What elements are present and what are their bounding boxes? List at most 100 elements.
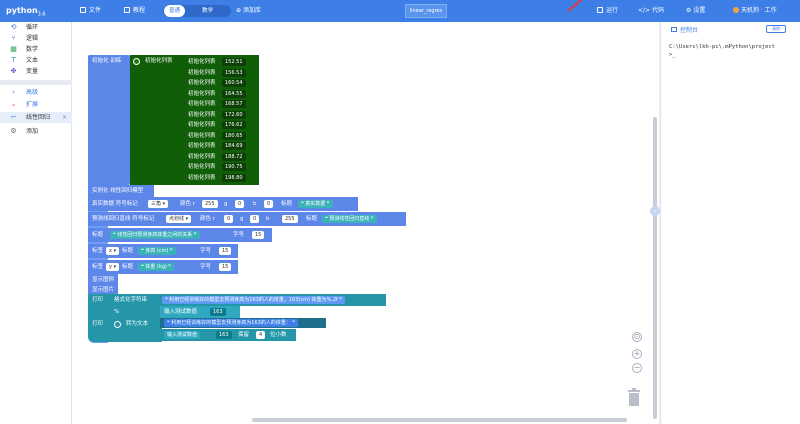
xlabel-block[interactable]: 标签 x ▾ 标题 ❝ 身高 (cm) ❞ 字号 15 <box>88 244 238 258</box>
list-item[interactable]: 初始化列表 152.51 <box>184 57 257 67</box>
list-item[interactable]: 初始化列表 176.62 <box>184 120 257 130</box>
round-block[interactable]: 输入测试数值 163 保留 4 位小数 <box>160 329 296 341</box>
zoom-out-icon[interactable]: − <box>632 363 642 373</box>
code-button[interactable]: </> 代码 <box>638 0 664 22</box>
user-menu[interactable]: 天机狗 · 工作 <box>733 0 777 22</box>
list-item[interactable]: 初始化列表 190.75 <box>184 162 257 172</box>
color-g-input[interactable]: 0 <box>235 200 245 208</box>
category-text[interactable]: T 文本 <box>0 55 72 66</box>
list-item[interactable]: 初始化列表 160.54 <box>184 78 257 88</box>
avatar <box>733 7 739 13</box>
ylabel-block[interactable]: 标签 y ▾ 标题 ❝ 体重 (kg) ❞ 字号 15 <box>88 260 238 274</box>
list-item-label: 初始化列表 <box>188 80 216 86</box>
text-prefix-block[interactable]: ❝ 利用已经训练好的模型去预测身高为163的人的体重： ❞ <box>160 318 326 328</box>
trash-icon[interactable] <box>627 387 641 407</box>
category-variable[interactable]: ✤ 变量 <box>0 66 72 77</box>
category-math[interactable]: ▦ 数学 <box>0 44 72 55</box>
list-item[interactable]: 初始化列表 188.72 <box>184 151 257 162</box>
category-extension[interactable]: ⌄ 扩展 <box>0 99 72 110</box>
height-value[interactable]: 190.75 <box>222 163 246 171</box>
height-value[interactable]: 172.60 <box>222 110 246 119</box>
mode-blocks-toggle[interactable]: 普通 <box>164 5 186 17</box>
chart-title-input[interactable]: ❝ 线性回归预测身高体重之间的关系 ❞ <box>110 231 200 239</box>
zoom-in-icon[interactable]: + <box>632 349 642 359</box>
predict-input-block-2[interactable]: 输入测试数值 <box>164 331 201 339</box>
predict-value-input[interactable]: 163 <box>216 331 232 339</box>
console-output[interactable]: C:\Users\lkh-pc\.mPython\project >_ <box>669 43 775 59</box>
list-item[interactable]: 初始化列表 164.55 <box>184 88 257 99</box>
close-icon[interactable]: × <box>62 112 67 123</box>
line-r-input[interactable]: 0 <box>224 215 234 223</box>
init-list-label: 初始化列表 <box>145 58 173 64</box>
ylabel-size-input[interactable]: 15 <box>219 263 232 271</box>
list-item[interactable]: 初始化列表 184.69 <box>184 141 257 151</box>
chart-title-block[interactable]: 标题 ❝ 线性回归预测身高体重之间的关系 ❞ 字号 15 <box>88 228 272 242</box>
line-b-input[interactable]: 255 <box>282 215 298 223</box>
category-logic[interactable]: ⑂ 逻辑 <box>0 33 72 44</box>
height-value[interactable]: 160.54 <box>222 79 246 87</box>
height-value[interactable]: 188.72 <box>222 152 246 161</box>
y-axis-dropdown[interactable]: y ▾ <box>106 263 120 271</box>
xlabel-input[interactable]: ❝ 身高 (cm) ❞ <box>138 247 176 255</box>
x-axis-dropdown[interactable]: x ▾ <box>106 247 120 255</box>
file-menu[interactable]: 文件 <box>80 0 101 22</box>
title-label: 标题 <box>122 264 134 270</box>
mode-code-toggle[interactable]: 教学 <box>197 5 218 17</box>
line-title-input[interactable]: ❝ 预测线性回归直线 ❞ <box>322 215 377 223</box>
to-text-block[interactable]: 转为文本 <box>110 318 160 342</box>
list-item[interactable]: 初始化列表 180.65 <box>184 130 257 141</box>
predict-input-block-1[interactable]: 输入测试数值 163 <box>160 306 240 318</box>
category-add[interactable]: ⚙ 添加 <box>0 126 72 137</box>
filename-field[interactable]: linear_regres <box>405 4 447 18</box>
list-item[interactable]: 初始化列表 156.53 <box>184 67 257 78</box>
height-value[interactable]: 152.51 <box>222 58 246 66</box>
run-button[interactable]: 运行 <box>597 0 618 22</box>
height-value[interactable]: 184.69 <box>222 142 246 150</box>
scatter-plot-block[interactable]: 真实数据 符号标记 三角 ▾ 颜色 r 255 g 0 b 0 标题 ❝ 真实数… <box>88 197 358 211</box>
height-value[interactable]: 176.62 <box>222 121 246 129</box>
height-value[interactable]: 168.57 <box>222 100 246 108</box>
format-template-input[interactable]: ❝ 利用已经训练好的模型去预测身高为163的人的体重，163(cm) 体重为%.… <box>162 296 346 304</box>
init-training-block[interactable]: 初始化 训练 <box>88 55 130 185</box>
predict-value-input[interactable]: 163 <box>210 308 226 316</box>
marker-dropdown[interactable]: 三角 ▾ <box>148 200 169 208</box>
color-r-input[interactable]: 255 <box>202 200 218 208</box>
ylabel-input[interactable]: ❝ 体重 (kg) ❞ <box>138 263 175 271</box>
height-value[interactable]: 180.65 <box>222 131 246 140</box>
init-training-label: 初始化 训练 <box>92 58 122 64</box>
category-linear-regression[interactable]: ⌐ 线性回归 × <box>0 112 72 123</box>
horizontal-scrollbar[interactable] <box>252 418 627 422</box>
line-g-input[interactable]: 0 <box>250 215 260 223</box>
text-prefix-input[interactable]: ❝ 利用已经训练好的模型去预测身高为163的人的体重： ❞ <box>164 319 299 327</box>
scatter-title-value: 真实数据 <box>305 201 326 207</box>
code-label: 代码 <box>652 7 665 14</box>
category-loop[interactable]: ⟲ 循环 <box>0 22 72 33</box>
clear-console-button[interactable]: 清除 <box>766 25 786 33</box>
category-advanced[interactable]: › 高级 <box>0 87 72 98</box>
height-value[interactable]: 156.53 <box>222 68 246 77</box>
list-item[interactable]: 初始化列表 172.60 <box>184 109 257 120</box>
instantiate-model-block[interactable]: 实例化 线性回归模型 <box>88 185 154 197</box>
tutorial-menu[interactable]: 教程 <box>124 0 145 22</box>
list-item[interactable]: 初始化列表 168.57 <box>184 99 257 109</box>
height-value[interactable]: 164.55 <box>222 89 246 98</box>
gear-icon[interactable] <box>133 58 140 65</box>
format-string-block[interactable]: 格式化字符串 ❝ 利用已经训练好的模型去预测身高为163的人的体重，163(cm… <box>110 294 386 306</box>
list-item[interactable]: 初始化列表 198.80 <box>184 172 257 183</box>
decimals-input[interactable]: 4 <box>256 331 266 339</box>
add-library-button[interactable]: ⊕ 添加库 <box>236 0 261 22</box>
chart-title-size-input[interactable]: 15 <box>252 231 265 239</box>
color-b-input[interactable]: 0 <box>264 200 274 208</box>
vertical-scrollbar[interactable] <box>653 117 657 419</box>
list-item-label: 初始化列表 <box>188 132 216 139</box>
line-marker-dropdown[interactable]: 点划线 ▾ <box>166 215 192 223</box>
regression-line-block[interactable]: 预测线回归直线 符号标记 点划线 ▾ 颜色 r 0 g 0 b 255 标题 ❝… <box>88 212 406 226</box>
gear-icon[interactable] <box>114 321 121 328</box>
settings-button[interactable]: ⚙ 设置 <box>686 0 705 22</box>
recenter-icon[interactable]: ⊙ <box>632 332 642 342</box>
xlabel-size-input[interactable]: 15 <box>219 247 232 255</box>
chevron-right-icon[interactable]: › <box>650 206 660 216</box>
category-label: 变量 <box>26 68 39 75</box>
scatter-title-input[interactable]: ❝ 真实数据 ❞ <box>298 200 333 208</box>
height-value[interactable]: 198.80 <box>222 173 246 182</box>
